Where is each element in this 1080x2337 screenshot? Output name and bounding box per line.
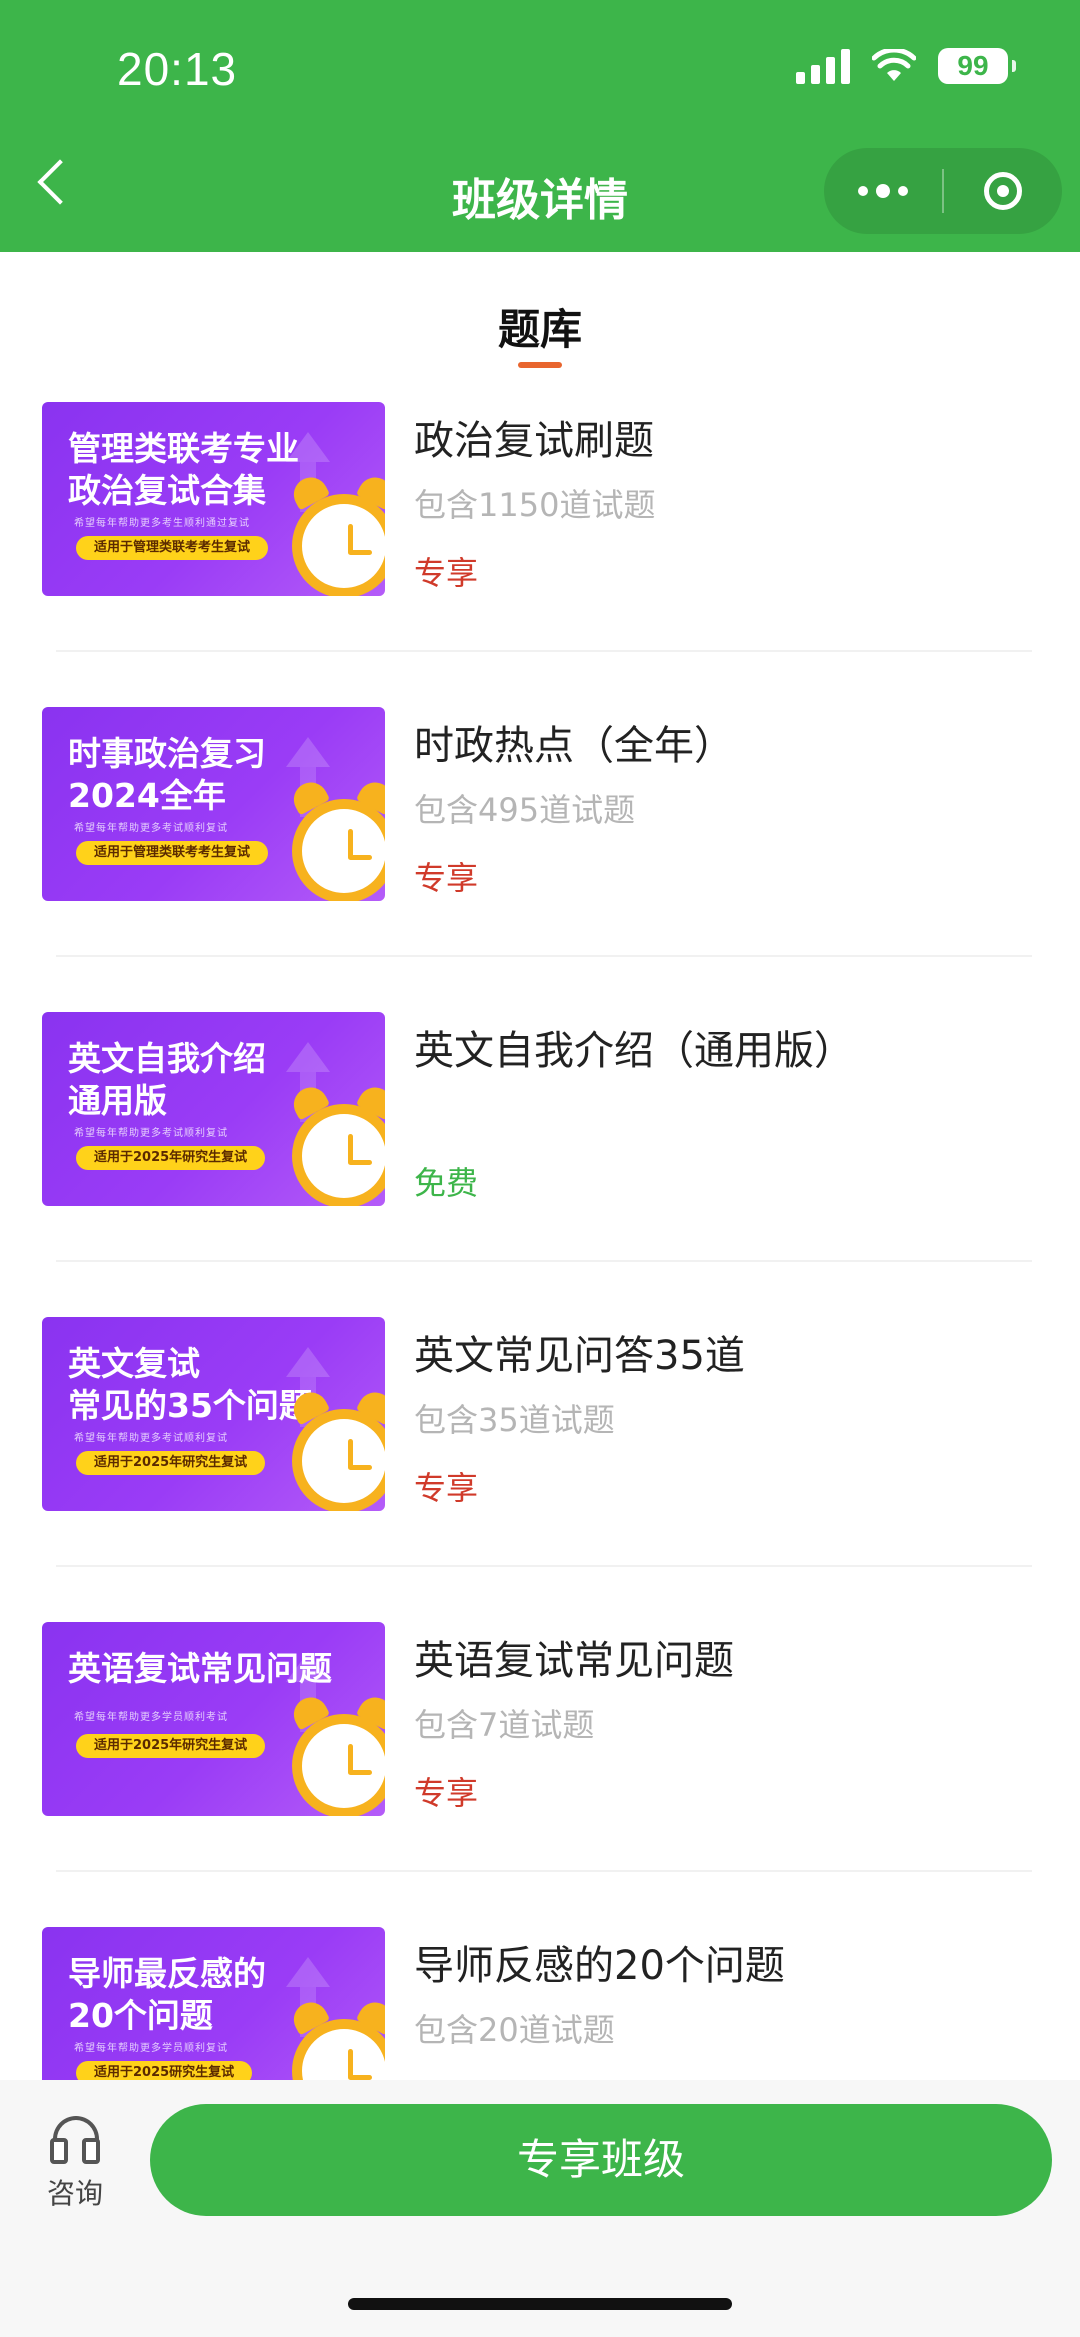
alarm-clock-icon — [292, 1409, 385, 1511]
item-question-count: 包含1150道试题 — [414, 486, 656, 524]
item-title: 英语复试常见问题 — [414, 1638, 734, 1684]
thumbnail-title: 英文自我介绍 通用版 — [68, 1039, 266, 1120]
thumbnail-title: 时事政治复习 2024全年 — [68, 734, 266, 815]
more-dots-icon[interactable] — [824, 184, 942, 198]
item-question-count: 包含35道试题 — [414, 1401, 615, 1439]
list-item[interactable]: 英文自我介绍 通用版 希望每年帮助更多考试顺利复试 适用于2025年研究生复试 … — [0, 1010, 1080, 1315]
list-item[interactable]: 导师最反感的 20个问题 希望每年帮助更多学员顺利复试 适用于2025研究生复试… — [0, 1925, 1080, 2080]
thumbnail-badge: 适用于2025年研究生复试 — [76, 1451, 266, 1475]
thumbnail-subtitle: 希望每年帮助更多考试顺利复试 — [74, 823, 228, 834]
item-question-count: 包含20道试题 — [414, 2011, 615, 2049]
item-thumbnail: 导师最反感的 20个问题 希望每年帮助更多学员顺利复试 适用于2025研究生复试 — [42, 1927, 385, 2080]
thumbnail-subtitle: 希望每年帮助更多学员顺利复试 — [74, 2043, 228, 2054]
item-title: 时政热点（全年） — [414, 723, 734, 769]
item-thumbnail: 英文复试 常见的35个问题 希望每年帮助更多考试顺利复试 适用于2025年研究生… — [42, 1317, 385, 1511]
mini-program-capsule — [824, 148, 1062, 234]
alarm-clock-icon — [292, 1104, 385, 1206]
item-thumbnail: 时事政治复习 2024全年 希望每年帮助更多考试顺利复试 适用于管理类联考考生复… — [42, 707, 385, 901]
list-item[interactable]: 时事政治复习 2024全年 希望每年帮助更多考试顺利复试 适用于管理类联考考生复… — [0, 705, 1080, 1010]
target-icon[interactable] — [944, 172, 1062, 210]
item-title: 英文常见问答35道 — [414, 1333, 745, 1379]
item-access-tag: 专享 — [414, 554, 479, 592]
thumbnail-title: 英文复试 常见的35个问题 — [68, 1344, 312, 1425]
arrow-up-icon — [286, 1957, 330, 1987]
item-question-count: 包含495道试题 — [414, 791, 636, 829]
thumbnail-subtitle: 希望每年帮助更多考试顺利复试 — [74, 1128, 228, 1139]
status-icons: 99 — [796, 48, 1016, 84]
item-access-tag: 免费 — [414, 1164, 479, 1202]
thumbnail-badge: 适用于2025年研究生复试 — [76, 1146, 266, 1170]
list-item[interactable]: 英语复试常见问题 希望每年帮助更多学员顺利考试 适用于2025年研究生复试 英语… — [0, 1620, 1080, 1925]
battery-indicator: 99 — [938, 48, 1016, 84]
tab-question-bank[interactable]: 题库 — [0, 296, 1080, 357]
item-access-tag: 专享 — [414, 1469, 479, 1507]
consult-label: 咨询 — [46, 2177, 103, 2210]
item-thumbnail: 英语复试常见问题 希望每年帮助更多学员顺利考试 适用于2025年研究生复试 — [42, 1622, 385, 1816]
item-title: 英文自我介绍（通用版） — [414, 1028, 854, 1074]
status-time: 20:13 — [117, 43, 238, 95]
item-access-tag: 专享 — [414, 859, 479, 897]
alarm-clock-icon — [292, 494, 385, 596]
thumbnail-subtitle: 希望每年帮助更多学员顺利考试 — [74, 1712, 228, 1723]
item-question-count: 包含7道试题 — [414, 1706, 595, 1744]
list-item[interactable]: 英文复试 常见的35个问题 希望每年帮助更多考试顺利复试 适用于2025年研究生… — [0, 1315, 1080, 1620]
signal-icon — [796, 48, 850, 84]
divider — [56, 650, 1032, 652]
thumbnail-subtitle: 希望每年帮助更多考生顺利通过复试 — [74, 518, 250, 529]
arrow-up-icon — [286, 1042, 330, 1072]
arrow-up-icon — [286, 737, 330, 767]
exclusive-class-button[interactable]: 专享班级 — [150, 2104, 1052, 2216]
headset-icon — [50, 2116, 100, 2164]
thumbnail-badge: 适用于2025年研究生复试 — [76, 1734, 266, 1758]
app-header: 20:13 99 班级详情 — [0, 0, 1080, 252]
item-thumbnail: 管理类联考专业 政治复试合集 希望每年帮助更多考生顺利通过复试 适用于管理类联考… — [42, 402, 385, 596]
item-access-tag: 专享 — [414, 2073, 478, 2080]
thumbnail-badge: 适用于管理类联考考生复试 — [76, 536, 269, 560]
alarm-clock-icon — [292, 799, 385, 901]
home-indicator — [348, 2298, 732, 2310]
thumbnail-title: 导师最反感的 20个问题 — [68, 1954, 266, 2035]
list-item[interactable]: 管理类联考专业 政治复试合集 希望每年帮助更多考生顺利通过复试 适用于管理类联考… — [0, 400, 1080, 705]
tab-active-indicator — [518, 362, 562, 368]
consult-button[interactable]: 咨询 — [40, 2116, 110, 2212]
wifi-icon — [872, 49, 916, 81]
item-thumbnail: 英文自我介绍 通用版 希望每年帮助更多考试顺利复试 适用于2025年研究生复试 — [42, 1012, 385, 1206]
thumbnail-badge: 适用于2025研究生复试 — [76, 2061, 253, 2080]
item-access-tag: 专享 — [414, 1774, 479, 1812]
divider — [56, 1565, 1032, 1567]
divider — [56, 1870, 1032, 1872]
thumbnail-title: 管理类联考专业 政治复试合集 — [68, 429, 299, 510]
divider — [56, 955, 1032, 957]
item-title: 导师反感的20个问题 — [414, 1943, 785, 1989]
item-title: 政治复试刷题 — [414, 418, 654, 464]
thumbnail-title: 英语复试常见问题 — [68, 1649, 332, 1688]
thumbnail-subtitle: 希望每年帮助更多考试顺利复试 — [74, 1433, 228, 1444]
divider — [56, 1260, 1032, 1262]
alarm-clock-icon — [292, 1714, 385, 1816]
question-bank-list[interactable]: 管理类联考专业 政治复试合集 希望每年帮助更多考生顺利通过复试 适用于管理类联考… — [0, 400, 1080, 2080]
thumbnail-badge: 适用于管理类联考考生复试 — [76, 841, 269, 865]
